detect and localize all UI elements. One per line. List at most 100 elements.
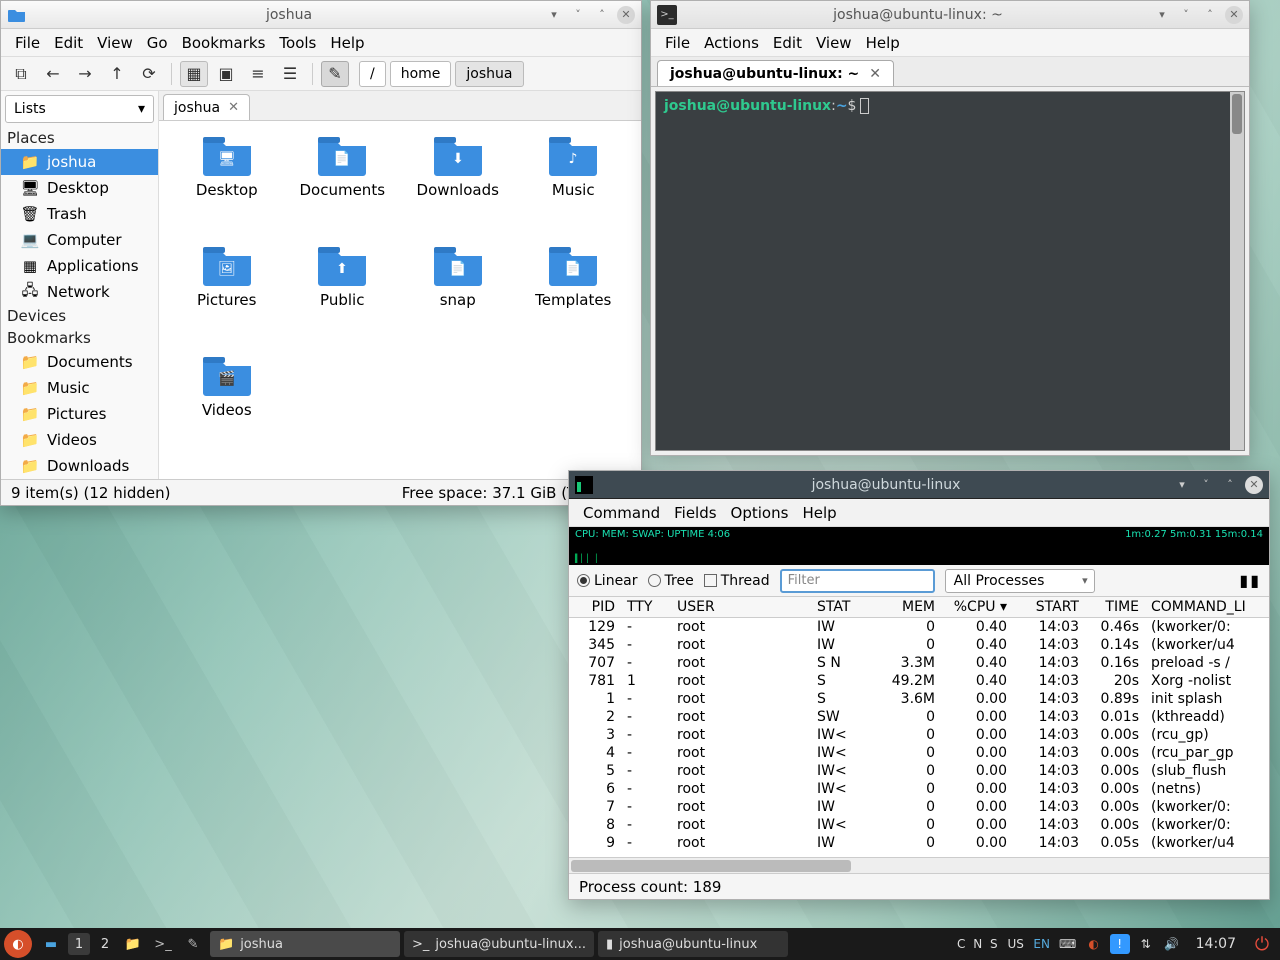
col-time[interactable]: TIME xyxy=(1085,597,1145,618)
path-root[interactable]: / xyxy=(359,61,386,87)
term-titlebar[interactable]: >_ joshua@ubuntu-linux: ~ ▾ ˅ ˄ ✕ xyxy=(651,1,1249,29)
path-current[interactable]: joshua xyxy=(455,61,523,87)
taskbar-task-term[interactable]: >_joshua@ubuntu-linux... xyxy=(404,931,594,957)
col-start[interactable]: START xyxy=(1013,597,1085,618)
sidebar-item-videos[interactable]: 📁Videos xyxy=(1,427,158,453)
view-thread-checkbox[interactable]: Thread xyxy=(704,573,770,589)
terminal-screen[interactable]: joshua@ubuntu-linux:~$ xyxy=(655,91,1245,451)
view-linear-radio[interactable]: Linear xyxy=(577,573,638,589)
menu-help[interactable]: Help xyxy=(324,32,370,54)
menu-edit[interactable]: Edit xyxy=(48,32,89,54)
close-button[interactable]: ✕ xyxy=(1245,476,1263,494)
sidebar-item-applications[interactable]: ▦Applications xyxy=(1,253,158,279)
menu-tools[interactable]: Tools xyxy=(273,32,322,54)
menu-edit[interactable]: Edit xyxy=(767,32,808,54)
new-tab-button[interactable]: ⧉ xyxy=(7,61,35,87)
sidebar-item-documents[interactable]: 📁Documents xyxy=(1,349,158,375)
fm-tab[interactable]: joshua✕ xyxy=(163,94,250,120)
folder-downloads[interactable]: ⬇Downloads xyxy=(400,133,516,243)
tab-close-icon[interactable]: ✕ xyxy=(869,66,881,82)
folder-desktop[interactable]: 🖥Desktop xyxy=(169,133,285,243)
workspace-1[interactable]: 1 xyxy=(68,933,90,955)
menu-view[interactable]: View xyxy=(91,32,139,54)
up-button[interactable]: ↑ xyxy=(103,61,131,87)
shade-button[interactable]: ▾ xyxy=(1153,6,1171,24)
folder-pictures[interactable]: 🖼Pictures xyxy=(169,243,285,353)
show-desktop-button[interactable]: ▬ xyxy=(38,931,64,957)
keyboard-icon[interactable]: ⌨ xyxy=(1058,934,1078,954)
path-edit-button[interactable]: ✎ xyxy=(321,61,349,87)
forward-button[interactable]: → xyxy=(71,61,99,87)
table-row[interactable]: 707-rootS N3.3M0.4014:030.16spreload -s … xyxy=(569,654,1269,672)
table-row[interactable]: 9-rootIW00.0014:030.05s(kworker/u4 xyxy=(569,834,1269,852)
table-row[interactable]: 8-rootIW<00.0014:030.00s(kworker/0: xyxy=(569,816,1269,834)
sidebar-mode-select[interactable]: Lists▾ xyxy=(5,95,154,123)
workspace-2[interactable]: 2 xyxy=(94,933,116,955)
reload-button[interactable]: ⟳ xyxy=(135,61,163,87)
sidebar-item-downloads[interactable]: 📁Downloads xyxy=(1,453,158,479)
shade-button[interactable]: ▾ xyxy=(545,6,563,24)
col-command_li[interactable]: COMMAND_LI xyxy=(1145,597,1269,618)
table-row[interactable]: 345-rootIW00.4014:030.14s(kworker/u4 xyxy=(569,636,1269,654)
menu-command[interactable]: Command xyxy=(577,502,666,524)
col-mem[interactable]: MEM xyxy=(871,597,941,618)
maximize-button[interactable]: ˄ xyxy=(1221,476,1239,494)
folder-music[interactable]: ♪Music xyxy=(516,133,632,243)
col-user[interactable]: USER xyxy=(671,597,811,618)
back-button[interactable]: ← xyxy=(39,61,67,87)
language-indicator[interactable]: EN xyxy=(1032,934,1052,954)
volume-icon[interactable]: 🔊 xyxy=(1162,934,1182,954)
horizontal-scrollbar[interactable] xyxy=(569,857,1269,873)
pause-button[interactable]: ▮▮ xyxy=(1239,571,1261,590)
maximize-button[interactable]: ˄ xyxy=(593,6,611,24)
menu-options[interactable]: Options xyxy=(725,502,795,524)
minimize-button[interactable]: ˅ xyxy=(1177,6,1195,24)
filter-input[interactable]: Filter xyxy=(780,569,935,593)
menu-go[interactable]: Go xyxy=(141,32,174,54)
shade-button[interactable]: ▾ xyxy=(1173,476,1191,494)
sidebar-item-trash[interactable]: 🗑Trash xyxy=(1,201,158,227)
col-pid[interactable]: PID xyxy=(569,597,621,618)
table-row[interactable]: 5-rootIW<00.0014:030.00s(slub_flush xyxy=(569,762,1269,780)
path-home[interactable]: home xyxy=(390,61,452,87)
menu-file[interactable]: File xyxy=(659,32,696,54)
launcher-files-icon[interactable]: 📁 xyxy=(120,931,146,957)
table-row[interactable]: 2-rootSW00.0014:030.01s(kthreadd) xyxy=(569,708,1269,726)
col-%cpu[interactable]: %CPU ▾ xyxy=(941,597,1013,618)
folder-videos[interactable]: 🎬Videos xyxy=(169,353,285,463)
close-button[interactable]: ✕ xyxy=(617,6,635,24)
sidebar-item-desktop[interactable]: 🖥Desktop xyxy=(1,175,158,201)
folder-documents[interactable]: 📄Documents xyxy=(285,133,401,243)
table-row[interactable]: 4-rootIW<00.0014:030.00s(rcu_par_gp xyxy=(569,744,1269,762)
menu-view[interactable]: View xyxy=(810,32,858,54)
col-stat[interactable]: STAT xyxy=(811,597,871,618)
power-button[interactable]: ⏻ xyxy=(1250,932,1274,956)
keyboard-layout[interactable]: US xyxy=(1006,934,1026,954)
list-view-button[interactable]: ☰ xyxy=(276,61,304,87)
minimize-button[interactable]: ˅ xyxy=(569,6,587,24)
scrollbar-thumb[interactable] xyxy=(1232,94,1242,134)
indicator-text[interactable]: C N S xyxy=(957,934,1000,954)
icon-view-button[interactable]: ▦ xyxy=(180,61,208,87)
menu-help[interactable]: Help xyxy=(860,32,906,54)
process-table[interactable]: PIDTTYUSERSTATMEM%CPU ▾STARTTIMECOMMAND_… xyxy=(569,597,1269,857)
view-tree-radio[interactable]: Tree xyxy=(648,573,694,589)
col-tty[interactable]: TTY xyxy=(621,597,671,618)
menu-actions[interactable]: Actions xyxy=(698,32,765,54)
fm-icon-view[interactable]: 🖥Desktop📄Documents⬇Downloads♪Music 🖼Pictu… xyxy=(159,121,641,479)
table-row[interactable]: 1-rootS3.6M0.0014:030.89sinit splash xyxy=(569,690,1269,708)
folder-public[interactable]: ⬆Public xyxy=(285,243,401,353)
menu-help[interactable]: Help xyxy=(796,502,842,524)
sidebar-item-music[interactable]: 📁Music xyxy=(1,375,158,401)
table-row[interactable]: 7811rootS49.2M0.4014:0320sXorg -nolist xyxy=(569,672,1269,690)
folder-snap[interactable]: 📄snap xyxy=(400,243,516,353)
terminal-scrollbar[interactable] xyxy=(1230,92,1244,450)
pv-titlebar[interactable]: joshua@ubuntu-linux ▾ ˅ ˄ ✕ xyxy=(569,471,1269,499)
table-row[interactable]: 129-rootIW00.4014:030.46s(kworker/0: xyxy=(569,618,1269,636)
close-button[interactable]: ✕ xyxy=(1225,6,1243,24)
maximize-button[interactable]: ˄ xyxy=(1201,6,1219,24)
scrollbar-thumb[interactable] xyxy=(571,860,851,872)
taskbar-task-pv[interactable]: ▮joshua@ubuntu-linux xyxy=(598,931,788,957)
update-icon[interactable]: ◐ xyxy=(1084,934,1104,954)
sidebar-item-home[interactable]: 📁joshua xyxy=(1,149,158,175)
